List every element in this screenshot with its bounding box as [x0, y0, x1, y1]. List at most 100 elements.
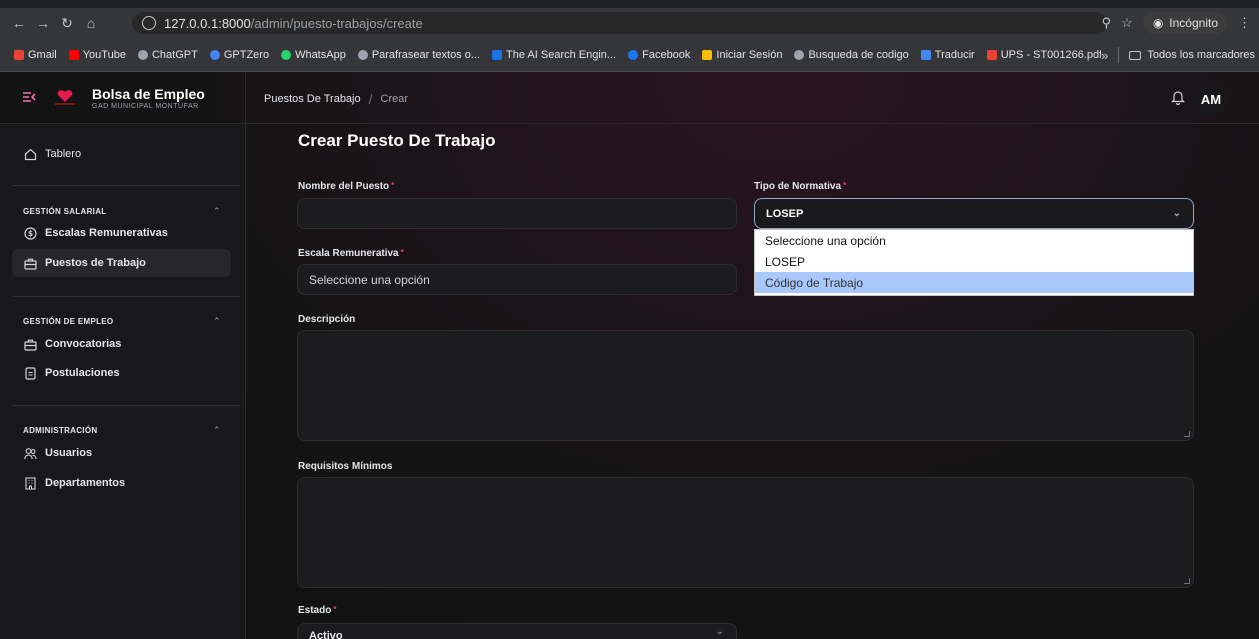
sidebar-item-label: Puestos de Trabajo — [45, 257, 146, 269]
user-avatar[interactable]: AM — [1195, 83, 1227, 115]
bookmarks-bar: Gmail YouTube ChatGPT GPTZero WhatsApp P… — [0, 38, 1259, 72]
requisitos-label: Requisitos Mínimos — [298, 461, 393, 472]
bookmark-whatsapp[interactable]: WhatsApp — [281, 49, 346, 61]
normativa-option[interactable]: LOSEP — [755, 251, 1193, 272]
facebook-icon — [628, 49, 639, 60]
sidebar-divider — [12, 296, 240, 297]
bookmark-busqueda-codigo[interactable]: Busqueda de codigo — [794, 49, 909, 61]
normativa-select[interactable]: LOSEP ⌄ — [754, 198, 1194, 229]
users-icon — [23, 446, 37, 460]
normativa-dropdown: Seleccione una opción LOSEP Código de Tr… — [754, 229, 1194, 296]
browser-menu-icon[interactable]: ⋮ — [1238, 15, 1251, 31]
bookmark-facebook[interactable]: Facebook — [628, 49, 690, 61]
building-icon — [23, 476, 37, 490]
sidebar: Tablero GESTIÓN SALARIAL ⌃ $ Escalas Rem… — [0, 124, 246, 639]
municipal-logo-icon — [52, 89, 78, 107]
sidebar-item-label: Departamentos — [45, 477, 126, 489]
page-title: Crear Puesto De Trabajo — [298, 131, 496, 150]
ai-search-icon — [492, 49, 503, 60]
normativa-option[interactable]: Seleccione una opción — [755, 230, 1193, 251]
resize-handle-icon[interactable] — [1184, 578, 1190, 584]
nombre-label: Nombre del Puesto * — [298, 181, 395, 192]
forward-icon[interactable]: → — [32, 12, 54, 34]
bookmark-ups-pdf[interactable]: UPS - ST001266.pdf — [986, 49, 1102, 61]
all-bookmarks-button[interactable]: Todos los marcadores — [1129, 49, 1255, 61]
sidebar-item-label: Convocatorias — [45, 338, 122, 350]
address-bar[interactable]: 127.0.0.1:8000/admin/puesto-trabajos/cre… — [132, 12, 1107, 34]
sidebar-item-label: Escalas Remunerativas — [45, 227, 168, 239]
breadcrumb-current: Crear — [380, 93, 409, 105]
incognito-icon: ◉ — [1152, 16, 1164, 30]
document-icon — [23, 366, 37, 380]
url-path: /admin/puesto-trabajos/create — [250, 15, 423, 31]
requisitos-textarea[interactable] — [297, 477, 1194, 588]
url-host: 127.0.0.1:8000 — [164, 15, 251, 31]
nombre-puesto-input[interactable] — [297, 198, 737, 229]
required-mark: * — [843, 181, 847, 190]
required-mark: * — [391, 181, 395, 190]
bookmark-gmail[interactable]: Gmail — [14, 49, 57, 61]
chevron-up-icon[interactable]: ⌃ — [213, 316, 221, 327]
estado-select[interactable]: Activo ⌄ — [297, 623, 737, 639]
sidebar-item-label: Postulaciones — [45, 367, 120, 379]
bookmark-star-icon[interactable]: ☆ — [1121, 15, 1133, 31]
browser-toolbar: ← → ↻ ⌂ 127.0.0.1:8000/admin/puesto-trab… — [0, 8, 1259, 38]
chevron-up-icon[interactable]: ⌃ — [213, 425, 221, 436]
dollar-circle-icon: $ — [23, 226, 37, 240]
sidebar-item-tablero[interactable]: Tablero — [12, 140, 231, 168]
section-title-administracion[interactable]: ADMINISTRACIÓN — [23, 426, 97, 435]
normativa-label: Tipo de Normativa * — [754, 181, 847, 192]
reload-icon[interactable]: ↻ — [56, 12, 78, 34]
bookmark-traducir[interactable]: Traducir — [920, 49, 975, 61]
bookmark-iniciar-sesion[interactable]: Iniciar Sesión — [702, 49, 782, 61]
required-mark: * — [333, 605, 337, 614]
whatsapp-icon — [281, 49, 292, 60]
sidebar-item-puestos[interactable]: Puestos de Trabajo — [12, 249, 231, 277]
bookmarks-separator — [1118, 47, 1120, 63]
normativa-selected-value: LOSEP — [766, 207, 804, 220]
svg-text:$: $ — [27, 229, 32, 238]
sidebar-item-escalas[interactable]: $ Escalas Remunerativas — [12, 219, 231, 247]
youtube-icon — [68, 49, 79, 60]
required-mark: * — [400, 248, 404, 257]
breadcrumb-parent-link[interactable]: Puestos De Trabajo — [264, 93, 361, 105]
descripcion-label: Descripción — [298, 314, 356, 325]
bookmark-parafrasear[interactable]: Parafrasear textos o... — [357, 49, 480, 61]
bookmark-youtube[interactable]: YouTube — [68, 49, 126, 61]
sidebar-item-postulaciones[interactable]: Postulaciones — [12, 359, 231, 387]
sidebar-item-departamentos[interactable]: Departamentos — [12, 469, 231, 497]
descripcion-textarea[interactable] — [297, 330, 1194, 441]
escala-select[interactable]: Seleccione una opción — [297, 264, 737, 295]
more-bookmarks-button[interactable]: » — [1101, 48, 1108, 63]
resize-handle-icon[interactable] — [1184, 431, 1190, 437]
site-info-icon[interactable] — [142, 16, 156, 30]
sidebar-header: Bolsa de Empleo GAD MUNICIPAL MONTÚFAR — [0, 72, 246, 124]
sidebar-item-usuarios[interactable]: Usuarios — [12, 439, 231, 467]
sidebar-item-label: Usuarios — [45, 447, 93, 459]
bookmark-gptzero[interactable]: GPTZero — [209, 49, 269, 61]
back-icon[interactable]: ← — [8, 12, 30, 34]
brand-title: Bolsa de Empleo — [92, 86, 205, 102]
briefcase-icon — [23, 337, 37, 351]
chevron-down-icon: ⌄ — [715, 626, 724, 637]
collapse-sidebar-icon[interactable] — [22, 90, 38, 106]
incognito-badge[interactable]: ◉ Incógnito — [1142, 12, 1228, 34]
section-title-gestion-salarial[interactable]: GESTIÓN SALARIAL — [23, 207, 106, 216]
breadcrumb: Puestos De Trabajo / Crear — [264, 91, 408, 107]
bookmark-ai-search[interactable]: The AI Search Engin... — [492, 49, 616, 61]
sidebar-divider — [12, 185, 240, 186]
normativa-option-highlighted[interactable]: Código de Trabajo — [755, 272, 1193, 293]
bookmark-chatgpt[interactable]: ChatGPT — [137, 49, 198, 61]
estado-value: Activo — [309, 630, 343, 639]
chevron-up-icon[interactable]: ⌃ — [213, 206, 221, 217]
chevron-down-icon: ⌄ — [1172, 208, 1181, 219]
notifications-bell-icon[interactable] — [1171, 89, 1185, 106]
section-title-gestion-empleo[interactable]: GESTIÓN DE EMPLEO — [23, 317, 113, 326]
sidebar-item-convocatorias[interactable]: Convocatorias — [12, 330, 231, 358]
app-header: Bolsa de Empleo GAD MUNICIPAL MONTÚFAR P… — [0, 72, 1259, 124]
folder-icon — [1129, 50, 1142, 60]
gptzero-icon — [209, 49, 220, 60]
zoom-icon[interactable]: ⚲ — [1102, 15, 1112, 31]
login-icon — [702, 49, 713, 60]
home-icon[interactable]: ⌂ — [80, 12, 102, 34]
